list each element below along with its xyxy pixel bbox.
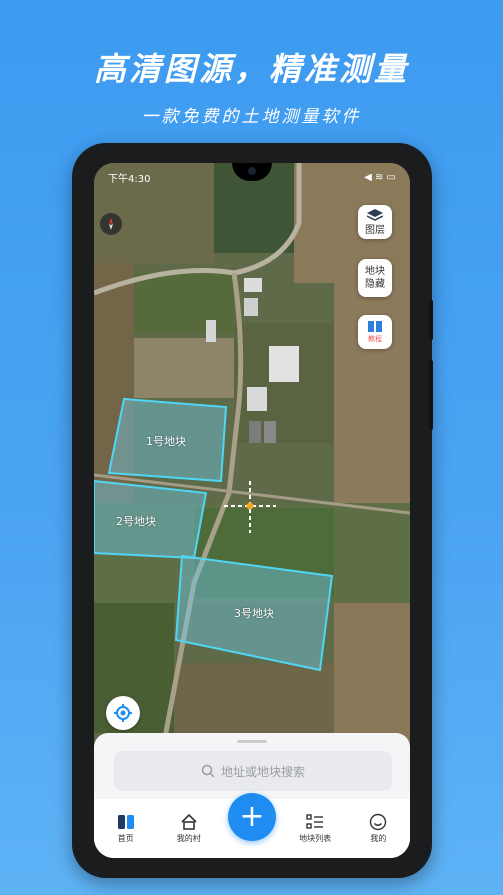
layers-button[interactable]: 图层	[358, 205, 392, 239]
smile-icon	[370, 813, 387, 831]
tab-add[interactable]: +	[224, 792, 280, 841]
tab-profile-label: 我的	[370, 834, 387, 843]
locate-button[interactable]	[106, 696, 140, 730]
hide-plots-label-line1: 地块	[365, 266, 385, 277]
phone-volume-button	[429, 360, 433, 430]
layers-icon	[367, 208, 383, 221]
bottom-panel: 地址或地块搜索 首页 我的村 + 地块列表 我的	[94, 733, 410, 858]
drag-handle[interactable]	[237, 740, 267, 743]
search-icon	[201, 764, 215, 778]
hide-plots-button[interactable]: 地块 隐藏	[358, 259, 392, 297]
plot-2-label[interactable]: 2号地块	[116, 513, 156, 529]
tab-home-label: 首页	[117, 834, 134, 843]
tutorial-label: 教程	[368, 335, 382, 343]
promo-headline: 高清图源，精准测量	[93, 50, 409, 88]
village-icon	[181, 813, 197, 830]
tab-village-label: 我的村	[176, 834, 201, 843]
plot-3-label[interactable]: 3号地块	[234, 605, 274, 621]
plus-icon: +	[239, 799, 265, 834]
search-input[interactable]: 地址或地块搜索	[114, 751, 392, 791]
status-icons: ◀ ≋ ▭	[364, 171, 396, 183]
add-plot-button[interactable]: +	[227, 792, 276, 841]
status-bar: 下午4:30 ◀ ≋ ▭	[94, 163, 410, 191]
tab-plot-list[interactable]: 地块列表	[287, 813, 343, 844]
tab-home[interactable]: 首页	[98, 813, 154, 844]
tab-bar: 首页 我的村 + 地块列表 我的	[94, 792, 410, 858]
promo-subline: 一款免费的土地测量软件	[141, 107, 362, 127]
tab-profile[interactable]: 我的	[350, 813, 406, 844]
tab-plot-list-label: 地块列表	[299, 834, 332, 843]
search-placeholder: 地址或地块搜索	[220, 764, 305, 779]
layers-label: 图层	[365, 224, 385, 236]
hide-plots-label-line2: 隐藏	[365, 279, 385, 290]
location-target-icon	[114, 704, 132, 722]
plot-1-label[interactable]: 1号地块	[146, 433, 186, 449]
list-icon	[306, 814, 324, 829]
status-time: 下午4:30	[108, 173, 151, 185]
compass-icon	[109, 218, 113, 230]
compass-button[interactable]	[100, 213, 122, 235]
tab-village[interactable]: 我的村	[161, 813, 217, 844]
phone-screen: 下午4:30 ◀ ≋ ▭ 图层 地块 隐藏 教程 1号地块 2号地块 3号地块	[94, 163, 410, 858]
home-map-icon	[117, 815, 134, 829]
book-icon	[368, 321, 382, 332]
tutorial-button[interactable]: 教程	[358, 315, 392, 349]
phone-side-button	[429, 300, 433, 340]
